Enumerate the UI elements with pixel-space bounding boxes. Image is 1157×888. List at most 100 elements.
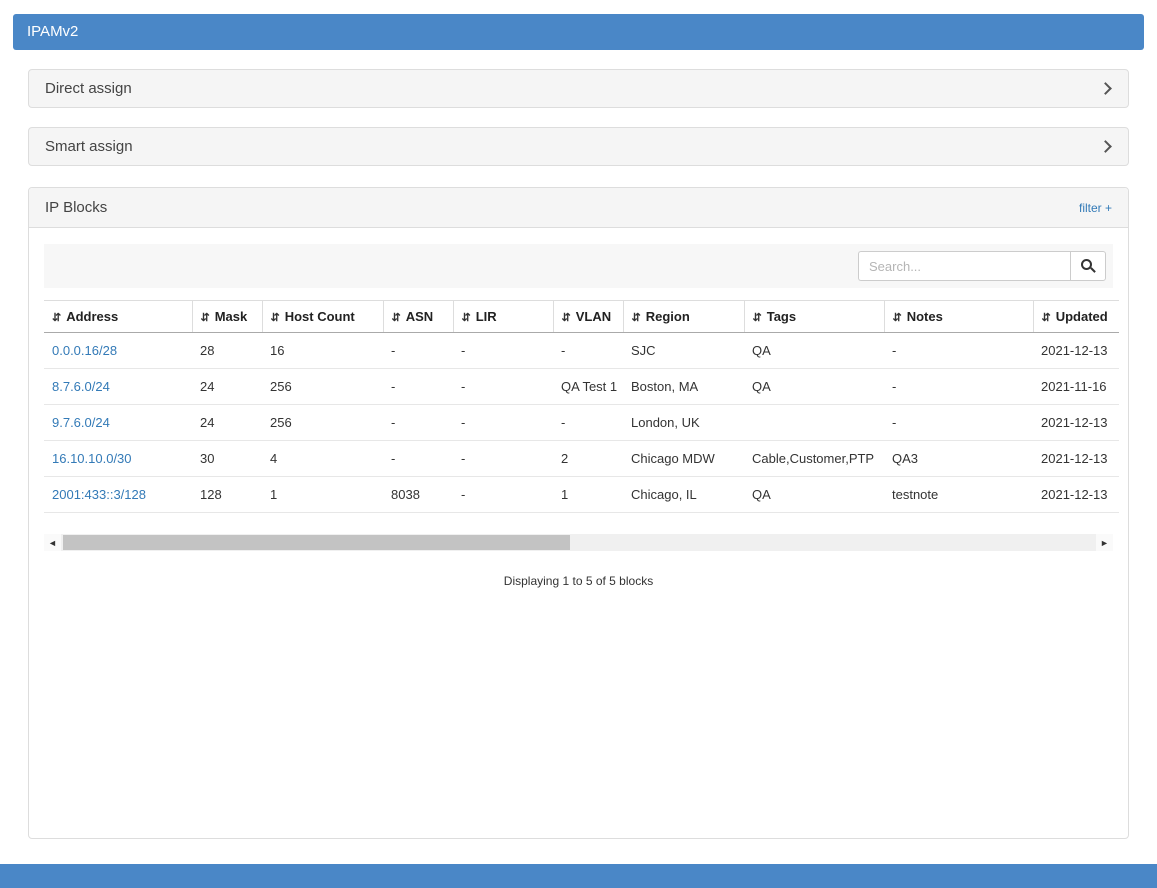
column-header-notes[interactable]: ⇵ Notes <box>884 301 1033 333</box>
table-cell: - <box>453 405 553 441</box>
search-icon <box>1081 259 1092 270</box>
table-cell: - <box>884 369 1033 405</box>
column-header-region[interactable]: ⇵ Region <box>623 301 744 333</box>
table-cell: - <box>553 333 623 369</box>
column-header-lir[interactable]: ⇵LIR <box>453 301 553 333</box>
table-cell: 2021-12-13 <box>1033 477 1119 513</box>
table-cell: 256 <box>262 369 383 405</box>
table-cell: - <box>453 369 553 405</box>
table-cell: - <box>884 333 1033 369</box>
cell-address: 8.7.6.0/24 <box>44 369 192 405</box>
table-cell: SJC <box>623 333 744 369</box>
sort-icon: ⇵ <box>893 312 902 324</box>
cell-address: 0.0.0.16/28 <box>44 333 192 369</box>
column-header-label: Tags <box>767 309 796 324</box>
ip-blocks-table: ⇵Address⇵Mask⇵Host Count⇵ASN⇵LIR⇵VLAN⇵Re… <box>44 300 1119 513</box>
column-header-label: Region <box>646 309 690 324</box>
table-cell: 1 <box>553 477 623 513</box>
filter-toggle-link[interactable]: filter + <box>1079 201 1112 215</box>
table-cell: - <box>383 405 453 441</box>
cell-address: 16.10.10.0/30 <box>44 441 192 477</box>
column-header-tags[interactable]: ⇵ Tags <box>744 301 884 333</box>
table-cell: 4 <box>262 441 383 477</box>
column-header-address[interactable]: ⇵Address <box>44 301 192 333</box>
table-wrap: ⇵Address⇵Mask⇵Host Count⇵ASN⇵LIR⇵VLAN⇵Re… <box>44 300 1113 513</box>
page: IPAMv2 Direct assign Smart assign IP Blo… <box>0 0 1157 864</box>
sort-icon: ⇵ <box>462 312 471 324</box>
table-cell: 30 <box>192 441 262 477</box>
app-header: IPAMv2 <box>13 14 1144 50</box>
cell-address: 9.7.6.0/24 <box>44 405 192 441</box>
content: Direct assign Smart assign IP Blocks fil… <box>13 69 1144 839</box>
column-header-vlan[interactable]: ⇵ VLAN <box>553 301 623 333</box>
address-link[interactable]: 2001:433::3/128 <box>52 487 146 502</box>
column-header-label: VLAN <box>576 309 611 324</box>
table-cell: 2 <box>553 441 623 477</box>
panel-smart-assign[interactable]: Smart assign <box>28 127 1129 166</box>
table-cell: - <box>453 477 553 513</box>
sort-icon: ⇵ <box>1042 312 1051 324</box>
column-header-label: Address <box>66 309 118 324</box>
table-cell <box>744 405 884 441</box>
cell-address: 2001:433::3/128 <box>44 477 192 513</box>
table-cell: 24 <box>192 369 262 405</box>
scrollbar-track[interactable] <box>61 534 1096 551</box>
address-link[interactable]: 16.10.10.0/30 <box>52 451 132 466</box>
sort-icon: ⇵ <box>562 312 571 324</box>
scrollbar-thumb[interactable] <box>63 535 570 550</box>
column-header-updated[interactable]: ⇵ Updated <box>1033 301 1119 333</box>
panel-ip-blocks: IP Blocks filter + ⇵Ad <box>28 187 1129 839</box>
address-link[interactable]: 0.0.0.16/28 <box>52 343 117 358</box>
table-toolbar <box>44 244 1113 288</box>
table-cell: - <box>453 441 553 477</box>
table-cell: 2021-12-13 <box>1033 405 1119 441</box>
scroll-left-arrow-icon[interactable]: ◄ <box>44 534 61 551</box>
search-button[interactable] <box>1070 251 1106 281</box>
chevron-right-icon <box>1099 140 1112 153</box>
column-header-mask[interactable]: ⇵Mask <box>192 301 262 333</box>
table-cell: 2021-12-13 <box>1033 441 1119 477</box>
table-cell: London, UK <box>623 405 744 441</box>
column-header-label: Notes <box>907 309 943 324</box>
search-group <box>858 251 1106 281</box>
table-cell: 2021-11-16 <box>1033 369 1119 405</box>
table-cell: Chicago, IL <box>623 477 744 513</box>
panel-smart-assign-label: Smart assign <box>45 138 133 155</box>
table-cell: - <box>884 405 1033 441</box>
panel-direct-assign[interactable]: Direct assign <box>28 69 1129 108</box>
table-cell: 16 <box>262 333 383 369</box>
table-cell: - <box>553 405 623 441</box>
column-header-label: Host Count <box>285 309 355 324</box>
column-header-label: Updated <box>1056 309 1108 324</box>
table-cell: Cable,Customer,PTP <box>744 441 884 477</box>
table-header-row: ⇵Address⇵Mask⇵Host Count⇵ASN⇵LIR⇵VLAN⇵Re… <box>44 301 1119 333</box>
column-header-host-count[interactable]: ⇵ Host Count <box>262 301 383 333</box>
column-header-label: Mask <box>215 309 248 324</box>
table-row: 8.7.6.0/2424256--QA Test 1Boston, MAQA-2… <box>44 369 1119 405</box>
table-cell: 8038 <box>383 477 453 513</box>
sort-icon: ⇵ <box>271 312 280 324</box>
table-row: 0.0.0.16/282816---SJCQA-2021-12-13 <box>44 333 1119 369</box>
sort-icon: ⇵ <box>753 312 762 324</box>
table-cell: 256 <box>262 405 383 441</box>
address-link[interactable]: 8.7.6.0/24 <box>52 379 110 394</box>
address-link[interactable]: 9.7.6.0/24 <box>52 415 110 430</box>
search-input[interactable] <box>858 251 1070 281</box>
table-cell: - <box>453 333 553 369</box>
column-header-asn[interactable]: ⇵ ASN <box>383 301 453 333</box>
table-cell: QA <box>744 333 884 369</box>
horizontal-scrollbar[interactable]: ◄ ► <box>44 534 1113 551</box>
ip-blocks-header: IP Blocks filter + <box>29 188 1128 228</box>
table-cell: - <box>383 441 453 477</box>
panel-direct-assign-label: Direct assign <box>45 80 132 97</box>
sort-icon: ⇵ <box>392 312 401 324</box>
ip-blocks-body: ⇵Address⇵Mask⇵Host Count⇵ASN⇵LIR⇵VLAN⇵Re… <box>29 228 1128 838</box>
table-cell: 1 <box>262 477 383 513</box>
table-row: 2001:433::3/12812818038-1Chicago, ILQAte… <box>44 477 1119 513</box>
table-cell: 28 <box>192 333 262 369</box>
scroll-right-arrow-icon[interactable]: ► <box>1096 534 1113 551</box>
ip-blocks-title: IP Blocks <box>45 199 107 216</box>
sort-icon: ⇵ <box>632 312 641 324</box>
column-header-label: ASN <box>406 309 433 324</box>
table-row: 16.10.10.0/30304--2Chicago MDWCable,Cust… <box>44 441 1119 477</box>
